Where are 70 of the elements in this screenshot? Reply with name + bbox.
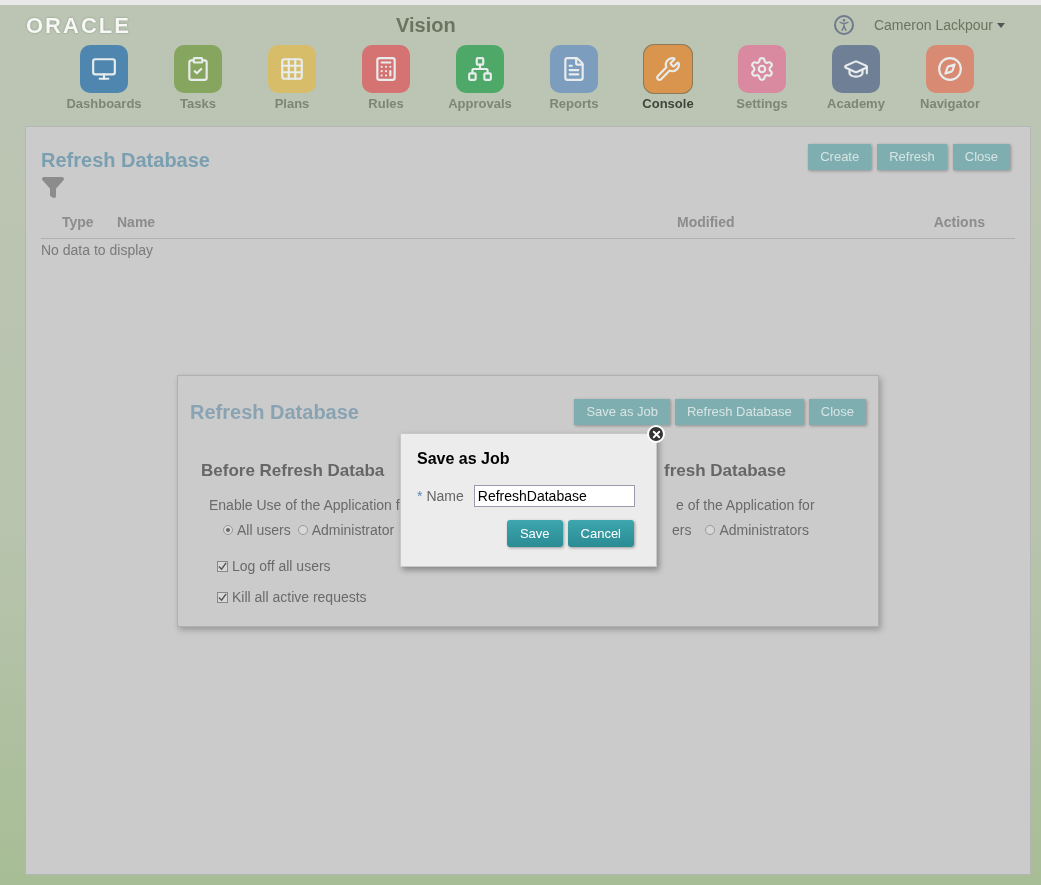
clipboard-check-icon (185, 56, 211, 82)
field-label: Name (426, 486, 464, 506)
nav-label[interactable]: Reports (549, 96, 599, 111)
nav-label[interactable]: Dashboards (66, 96, 142, 111)
toolbar-button[interactable]: Refresh (877, 144, 947, 170)
app-tile[interactable] (268, 45, 316, 93)
dialog-button[interactable]: Refresh Database (674, 399, 804, 425)
app-tile[interactable] (832, 45, 880, 93)
section-heading: fresh Database (664, 460, 787, 482)
gears-icon (749, 56, 775, 82)
radio-button[interactable] (223, 525, 233, 535)
page-title: Refresh Database (41, 148, 210, 173)
column-header[interactable]: Type (62, 212, 117, 233)
checkbox-label: Kill all active requests (232, 587, 367, 607)
checkbox-label: Log off all users (232, 556, 331, 576)
nav-label[interactable]: Academy (827, 96, 885, 111)
nav-label[interactable]: Console (642, 96, 694, 111)
app-tile[interactable] (80, 45, 128, 93)
nav-label[interactable]: Settings (736, 96, 788, 111)
close-icon (650, 428, 662, 440)
checkbox[interactable] (217, 591, 228, 603)
dialog-button[interactable]: Save as Job (574, 399, 670, 425)
section-label: e of the Application for (676, 495, 815, 515)
dialog-button[interactable]: Cancel (567, 520, 634, 547)
app-tile[interactable] (644, 45, 692, 93)
empty-message: No data to display (41, 241, 155, 260)
document-icon (561, 56, 587, 82)
hierarchy-icon (467, 56, 493, 82)
nav-label[interactable]: Plans (274, 96, 310, 111)
column-header[interactable]: Modified (677, 212, 877, 233)
nav-label[interactable]: Approvals (448, 96, 512, 111)
dialog-button[interactable]: Save (506, 520, 563, 547)
name-field[interactable]: RefreshDatabase (473, 485, 635, 507)
compass-icon (937, 56, 963, 82)
wrench-icon (655, 56, 681, 82)
section-heading: Before Refresh Databa (201, 460, 386, 482)
app-tile[interactable] (926, 45, 974, 93)
app-tile[interactable] (550, 45, 598, 93)
radio-label: Administrators (719, 520, 809, 540)
nav-label[interactable]: Tasks (180, 96, 216, 111)
required-mark: * (417, 486, 423, 506)
toolbar-button[interactable]: Create (808, 144, 872, 170)
radio-button[interactable] (705, 525, 716, 535)
radio-label: ers (672, 520, 692, 540)
user-menu[interactable]: Cameron Lackpour (873, 14, 1005, 36)
radio-label: Administrator (311, 520, 395, 540)
app-tile[interactable] (738, 45, 786, 93)
toolbar-button[interactable]: Close (952, 144, 1010, 170)
app-title: Vision (396, 13, 456, 38)
app-tile[interactable] (456, 45, 504, 93)
column-header[interactable]: Actions (933, 212, 985, 233)
nav-label[interactable]: Navigator (920, 96, 980, 111)
monitor-icon (91, 56, 117, 82)
dialog-title: Save as Job (417, 449, 511, 469)
caret-icon (997, 22, 1005, 28)
section-label: Enable Use of the Application f (209, 495, 401, 515)
accessibility-icon[interactable] (833, 15, 854, 35)
calculator-icon (373, 56, 399, 82)
checkbox[interactable] (217, 560, 228, 572)
radio-button[interactable] (297, 525, 308, 535)
dialog-button[interactable]: Close (808, 399, 866, 425)
grid-icon (279, 56, 305, 82)
dialog-title: Refresh Database (190, 400, 359, 425)
column-header[interactable]: Name (117, 212, 677, 233)
radio-label: All users (237, 520, 291, 540)
logo: ORACLE (26, 11, 132, 40)
app-tile[interactable] (362, 45, 410, 93)
app-tile[interactable] (174, 45, 222, 93)
filter-icon[interactable] (41, 175, 65, 199)
nav-label[interactable]: Rules (368, 96, 404, 111)
